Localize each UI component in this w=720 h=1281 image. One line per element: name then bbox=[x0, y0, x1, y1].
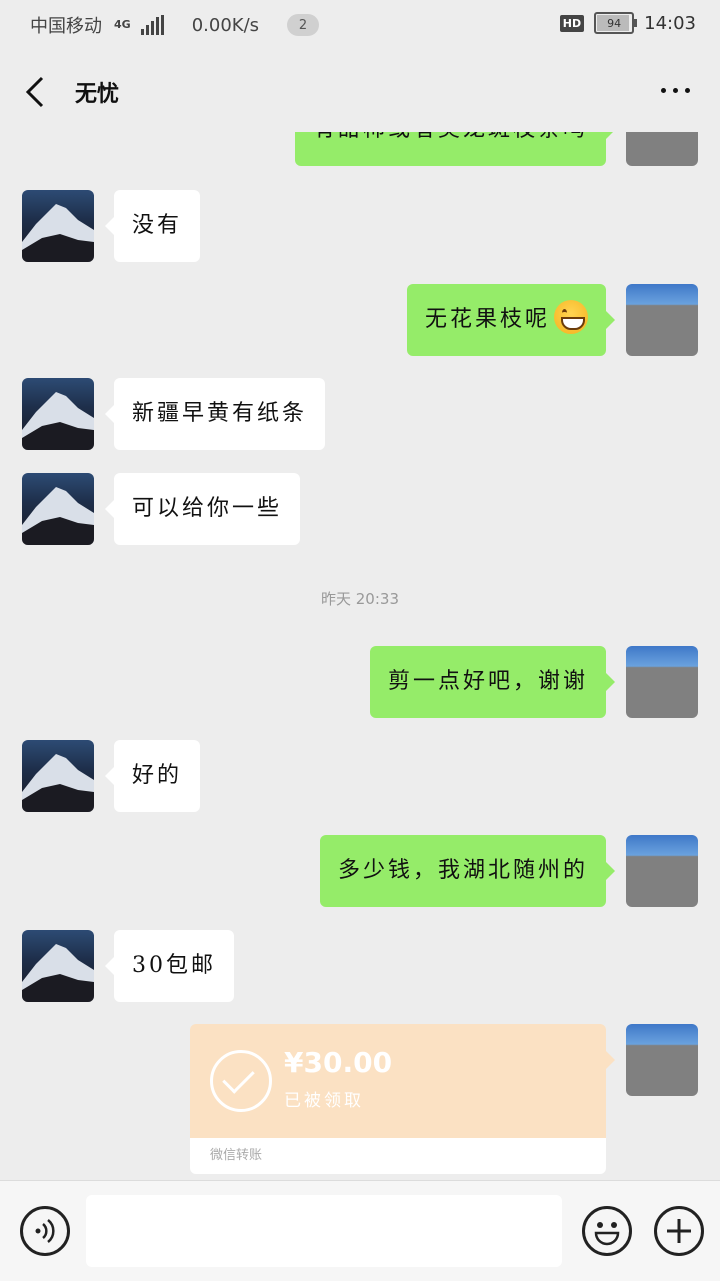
my-avatar[interactable] bbox=[626, 284, 698, 356]
chat-header: 无忧 bbox=[0, 52, 720, 132]
contact-avatar[interactable] bbox=[22, 190, 94, 262]
status-bar: 中国移动 4G 0.00K/s 2 HD 94 14:03 bbox=[0, 0, 720, 52]
message-bubble-received[interactable]: 好的 bbox=[104, 740, 201, 812]
contact-avatar[interactable] bbox=[22, 378, 94, 450]
contact-avatar[interactable] bbox=[22, 473, 94, 545]
contact-avatar[interactable] bbox=[22, 930, 94, 1002]
clock: 14:03 bbox=[644, 12, 696, 34]
carrier-name: 中国移动 bbox=[30, 16, 102, 37]
notification-badge: 2 bbox=[287, 14, 320, 36]
battery-level: 94 bbox=[607, 16, 622, 30]
message-timestamp: 昨天 20:33 bbox=[321, 590, 399, 608]
message-text: 无花果枝呢 bbox=[424, 307, 550, 332]
hd-icon: HD bbox=[559, 14, 585, 32]
transfer-footer: 微信转账 bbox=[190, 1138, 606, 1174]
emoji-button[interactable] bbox=[582, 1206, 632, 1256]
more-options-button[interactable] bbox=[661, 88, 690, 93]
network-type: 4G bbox=[114, 18, 131, 31]
plus-icon bbox=[667, 1219, 691, 1243]
message-bubble-received[interactable]: 30包邮 bbox=[105, 930, 234, 1002]
transfer-card-body: ¥30.00 已被领取 bbox=[190, 1024, 615, 1138]
voice-input-button[interactable] bbox=[20, 1206, 70, 1256]
contact-avatar[interactable] bbox=[22, 740, 94, 812]
my-avatar[interactable] bbox=[626, 132, 698, 166]
message-bubble-received[interactable]: 新疆早黄有纸条 bbox=[104, 378, 326, 450]
transfer-amount: ¥30.00 bbox=[284, 1046, 393, 1079]
message-bubble-received[interactable]: 可以给你一些 bbox=[104, 473, 301, 545]
my-avatar[interactable] bbox=[626, 835, 698, 907]
network-speed: 0.00K/s bbox=[191, 14, 260, 36]
message-list[interactable]: 有甜柿或者美龙斑枝条吗 没有 无花果枝呢 新疆早黄有纸条 可以给你一些 昨天 2… bbox=[0, 132, 720, 1180]
message-bubble-received[interactable]: 没有 bbox=[104, 190, 201, 262]
message-input[interactable] bbox=[86, 1195, 562, 1267]
chat-title: 无忧 bbox=[75, 82, 120, 107]
battery-icon: 94 bbox=[594, 12, 638, 34]
transfer-card[interactable]: ¥30.00 已被领取 微信转账 bbox=[190, 1024, 615, 1174]
more-horizontal-icon bbox=[661, 88, 666, 93]
back-button[interactable] bbox=[18, 72, 58, 112]
more-functions-button[interactable] bbox=[654, 1206, 704, 1256]
check-circle-icon bbox=[210, 1050, 272, 1112]
input-bar bbox=[0, 1180, 720, 1281]
my-avatar[interactable] bbox=[626, 646, 698, 718]
grin-emoji-icon bbox=[554, 300, 588, 334]
my-avatar[interactable] bbox=[626, 1024, 698, 1096]
message-bubble-sent[interactable]: 多少钱，我湖北随州的 bbox=[319, 835, 616, 907]
emoji-icon bbox=[594, 1222, 620, 1246]
transfer-status: 已被领取 bbox=[284, 1091, 364, 1111]
chevron-left-icon bbox=[25, 76, 44, 108]
message-bubble-sent[interactable]: 有甜柿或者美龙斑枝条吗 bbox=[294, 132, 616, 166]
message-bubble-sent[interactable]: 无花果枝呢 bbox=[406, 284, 616, 356]
signal-icon bbox=[140, 15, 164, 35]
message-bubble-sent[interactable]: 剪一点好吧，谢谢 bbox=[369, 646, 616, 718]
voice-icon bbox=[35, 1219, 55, 1243]
